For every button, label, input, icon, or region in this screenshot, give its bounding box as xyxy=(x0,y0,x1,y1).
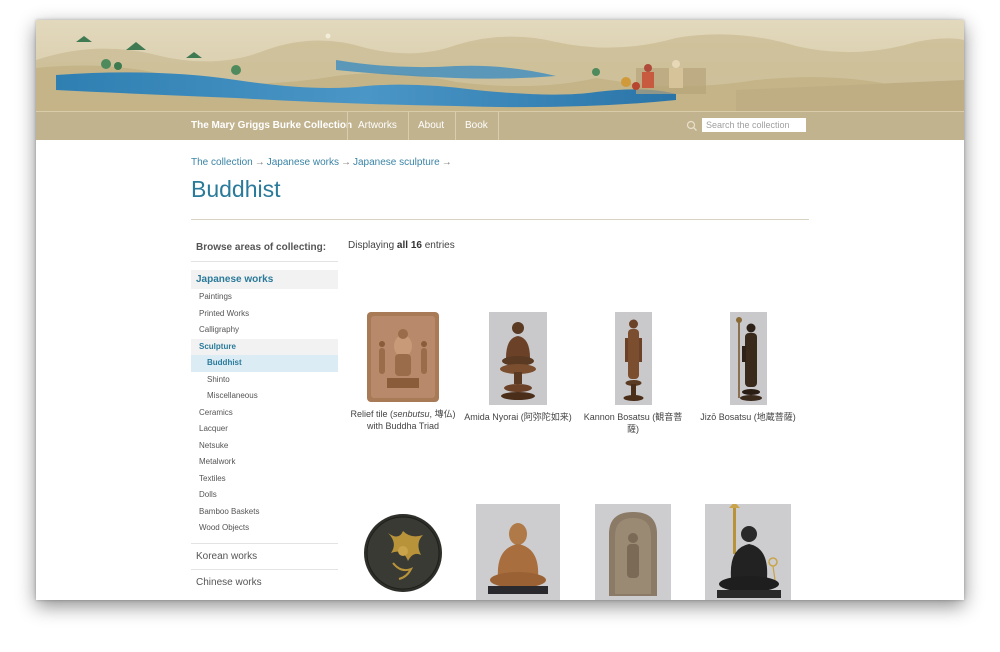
sidebar-item-buddhist[interactable]: Buddhist xyxy=(191,355,338,372)
breadcrumb-collection-link[interactable]: The collection xyxy=(191,157,253,168)
artwork-thumbnail-kannon-bosatsu[interactable] xyxy=(614,312,652,405)
site-title-link[interactable]: The Mary Griggs Burke Collection xyxy=(181,112,362,140)
sidebar-item-miscellaneous[interactable]: Miscellaneous xyxy=(191,388,338,405)
artwork-title-text[interactable]: Jizō Bosatsu (地蔵菩薩) xyxy=(700,412,796,422)
artwork-card[interactable]: Relief tile (senbutsu, 塼仏) with Buddha T… xyxy=(348,312,458,432)
sidebar-group-japanese: Japanese works Paintings Printed Works C… xyxy=(191,270,338,537)
artwork-thumbnail-fudo-myoo[interactable] xyxy=(705,504,791,600)
artwork-card[interactable] xyxy=(578,504,688,600)
artwork-card[interactable] xyxy=(693,504,803,600)
sidebar-heading: Browse areas of collecting: xyxy=(191,234,338,262)
sidebar-item-ceramics[interactable]: Ceramics xyxy=(191,405,338,422)
sidebar-item-printed-works[interactable]: Printed Works xyxy=(191,306,338,323)
artwork-title[interactable]: Amida Nyorai (阿弥陀如来) xyxy=(463,411,573,423)
artwork-card[interactable]: Jizō Bosatsu (地蔵菩薩) xyxy=(693,312,803,423)
sidebar-item-calligraphy[interactable]: Calligraphy xyxy=(191,322,338,339)
artwork-card[interactable]: Amida Nyorai (阿弥陀如来) xyxy=(463,312,573,423)
artwork-title[interactable]: Jizō Bosatsu (地蔵菩薩) xyxy=(693,411,803,423)
sidebar-item-wood-objects[interactable]: Wood Objects xyxy=(191,520,338,537)
sidebar-item-japanese-works[interactable]: Japanese works xyxy=(191,270,338,289)
artwork-thumbnail-relief-tile[interactable] xyxy=(367,312,439,402)
artwork-title-text[interactable]: Amida Nyorai (阿弥陀如来) xyxy=(464,412,572,422)
artwork-thumbnail-stone-stele[interactable] xyxy=(595,504,671,600)
sidebar-item-netsuke[interactable]: Netsuke xyxy=(191,438,338,455)
page-title: Buddhist xyxy=(191,176,281,202)
artwork-grid: Relief tile (senbutsu, 塼仏) with Buddha T… xyxy=(348,20,818,600)
artwork-card[interactable] xyxy=(348,513,458,593)
sidebar-item-paintings[interactable]: Paintings xyxy=(191,289,338,306)
browser-window: The Mary Griggs Burke Collection Artwork… xyxy=(36,20,964,600)
sidebar-item-textiles[interactable]: Textiles xyxy=(191,471,338,488)
artwork-title-text[interactable]: Relief tile ( xyxy=(350,409,393,419)
artwork-card[interactable]: Kannon Bosatsu (観音菩薩) xyxy=(578,312,688,435)
artwork-thumbnail-mirror[interactable] xyxy=(363,513,443,593)
sidebar-item-chinese-works[interactable]: Chinese works xyxy=(191,568,338,595)
sidebar-item-dolls[interactable]: Dolls xyxy=(191,487,338,504)
sidebar-item-metalwork[interactable]: Metalwork xyxy=(191,454,338,471)
artwork-thumbnail-jizo-bosatsu[interactable] xyxy=(729,312,767,405)
sidebar-item-shinto[interactable]: Shinto xyxy=(191,372,338,389)
artwork-title-text[interactable]: Kannon Bosatsu (観音菩薩) xyxy=(584,412,683,434)
artwork-card[interactable] xyxy=(463,504,573,600)
artwork-thumbnail-seated-buddha[interactable] xyxy=(476,504,560,600)
sidebar-item-sculpture[interactable]: Sculpture xyxy=(191,338,338,355)
artwork-title-italic[interactable]: senbutsu xyxy=(393,409,430,419)
breadcrumb-japanese-works-link[interactable]: Japanese works xyxy=(267,157,339,168)
breadcrumb-separator: → xyxy=(254,157,265,168)
artwork-title[interactable]: Relief tile (senbutsu, 塼仏) with Buddha T… xyxy=(348,408,458,432)
sidebar-item-bamboo-baskets[interactable]: Bamboo Baskets xyxy=(191,504,338,521)
sidebar-item-lacquer[interactable]: Lacquer xyxy=(191,421,338,438)
artwork-thumbnail-amida-nyorai[interactable] xyxy=(489,312,547,405)
collection-sidebar: Browse areas of collecting: Japanese wor… xyxy=(191,234,338,595)
sidebar-item-korean-works[interactable]: Korean works xyxy=(191,542,338,569)
artwork-title[interactable]: Kannon Bosatsu (観音菩薩) xyxy=(578,411,688,435)
